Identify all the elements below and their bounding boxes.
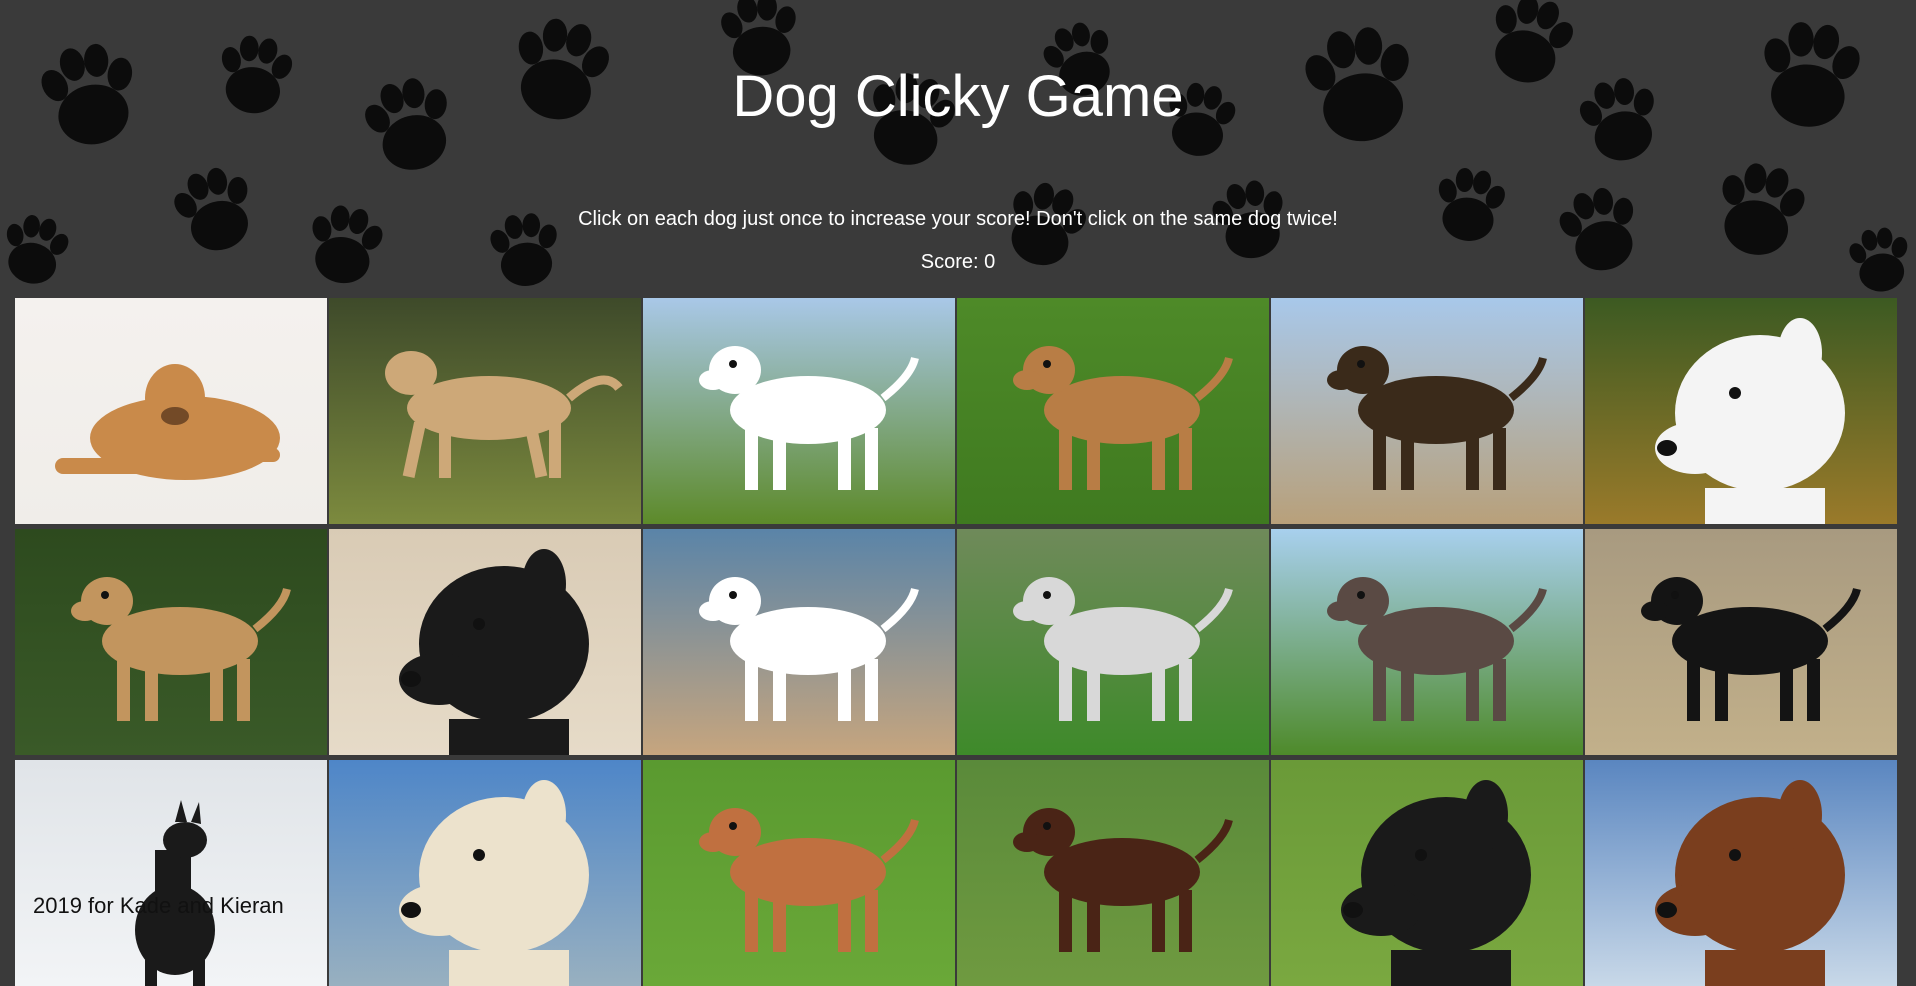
dog-card-doberman[interactable] (957, 760, 1269, 986)
dog-photo (1585, 298, 1897, 524)
dog-photo (329, 529, 641, 755)
dog-card-bull-terrier[interactable] (1585, 298, 1897, 524)
dog-card-rottweiler[interactable] (1585, 529, 1897, 755)
dog-card-saint-bernard[interactable] (1585, 760, 1897, 986)
dog-photo (957, 760, 1269, 986)
dog-photo (957, 529, 1269, 755)
dog-card-rough-collie[interactable] (1271, 760, 1583, 986)
dog-card-labrador-cream[interactable] (329, 760, 641, 986)
dog-card-german-wirehaired-pointer[interactable] (1271, 529, 1583, 755)
dog-card-jack-russell[interactable] (643, 529, 955, 755)
dog-photo (15, 529, 327, 755)
instructions-text: Click on each dog just once to increase … (578, 208, 1338, 230)
dog-photo (329, 298, 641, 524)
game-header: Dog Clicky Game Click on each dog just o… (0, 0, 1916, 297)
dog-photo (15, 760, 327, 986)
dog-photo (1271, 298, 1583, 524)
dog-photo (1585, 760, 1897, 986)
dog-photo (957, 298, 1269, 524)
dog-photo (1271, 529, 1583, 755)
dog-card-golden-retriever[interactable] (15, 298, 327, 524)
dog-image-grid (15, 298, 1897, 986)
dog-photo (643, 529, 955, 755)
dog-card-great-dane-black[interactable] (15, 760, 327, 986)
dog-card-irish-wolfhound[interactable] (329, 298, 641, 524)
dog-card-german-shepherd[interactable] (1271, 298, 1583, 524)
dog-card-tibetan-mastiff[interactable] (329, 529, 641, 755)
dog-photo (643, 298, 955, 524)
dog-photo (329, 760, 641, 986)
dog-card-beagle[interactable] (643, 298, 955, 524)
score-display: Score: 0 (920, 251, 996, 273)
footer-credit: 2019 for Kade and Kieran (33, 893, 284, 918)
dog-card-shar-pei[interactable] (15, 529, 327, 755)
dog-photo (1585, 529, 1897, 755)
dog-photo (643, 760, 955, 986)
dog-photo (15, 298, 327, 524)
page-title: Dog Clicky Game (732, 64, 1184, 129)
dog-card-pharaoh-hound[interactable] (643, 760, 955, 986)
dog-photo (1271, 760, 1583, 986)
dog-card-vizsla[interactable] (957, 298, 1269, 524)
dog-card-bluetick-coonhound[interactable] (957, 529, 1269, 755)
